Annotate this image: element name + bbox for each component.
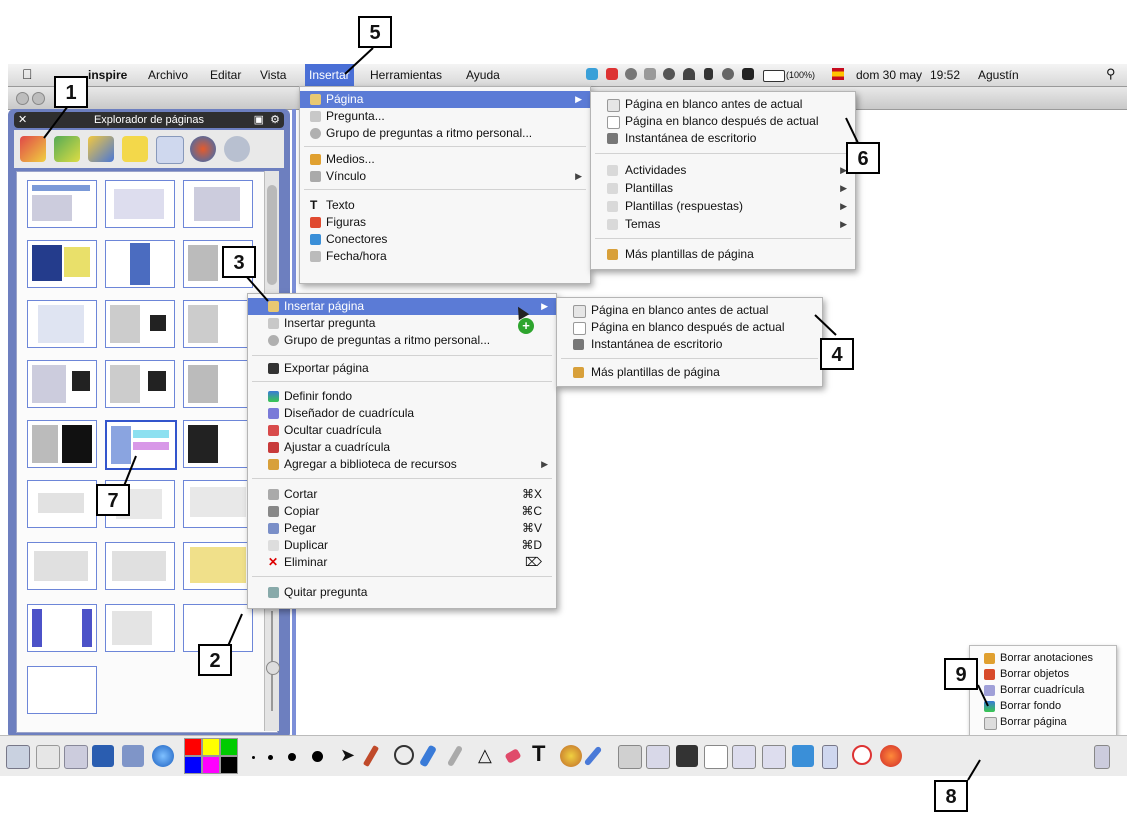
callout-6: 6 — [846, 142, 880, 174]
callout-5: 5 — [358, 16, 392, 48]
callout-1: 1 — [54, 76, 88, 108]
callout-9: 9 — [944, 658, 978, 690]
callout-2: 2 — [198, 644, 232, 676]
callout-8: 8 — [934, 780, 968, 812]
callout-3: 3 — [222, 246, 256, 278]
callout-7: 7 — [96, 484, 130, 516]
callout-lines — [43, 47, 989, 781]
callout-4: 4 — [820, 338, 854, 370]
